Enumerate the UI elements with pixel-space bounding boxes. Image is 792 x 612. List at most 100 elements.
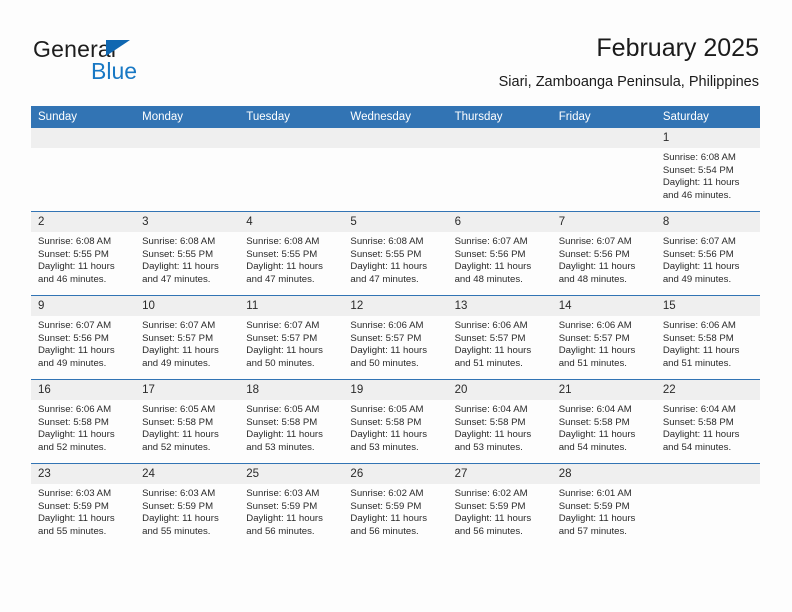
day-number	[447, 128, 552, 148]
daylight-duration-line2: and 55 minutes.	[142, 525, 211, 537]
day-number: 1	[655, 128, 760, 148]
calendar-day-cell[interactable]: 17 Sunrise: 6:05 AM Sunset: 5:58 PM Dayligh…	[135, 379, 240, 464]
day-number: 28	[551, 464, 656, 484]
calendar-day-cell[interactable]: 19 Sunrise: 6:05 AM Sunset: 5:58 PM Dayligh…	[343, 379, 448, 464]
calendar-day-cell[interactable]: 15 Sunrise: 6:06 AM Sunset: 5:58 PM Dayligh…	[655, 295, 760, 380]
sunset-time: Sunset: 5:58 PM	[350, 416, 422, 428]
day-number: 21	[551, 380, 656, 400]
general-blue-logo[interactable]: General Blue	[33, 36, 273, 86]
calendar-day-cell-empty	[239, 128, 344, 212]
calendar-day-cell[interactable]: 3 Sunrise: 6:08 AM Sunset: 5:55 PM Daylight…	[135, 211, 240, 296]
day-details: Sunrise: 6:05 AM Sunset: 5:58 PM Daylight:…	[239, 400, 343, 454]
calendar-day-cell[interactable]: 6 Sunrise: 6:07 AM Sunset: 5:56 PM Daylight…	[447, 211, 552, 296]
daylight-duration-line1: Daylight: 11 hours	[558, 345, 636, 357]
daylight-duration-line2: and 46 minutes.	[38, 273, 107, 285]
triangle-logo-icon	[106, 40, 130, 56]
sunrise-sunset-calendar-table: Sunday Monday Tuesday Wednesday Thursday…	[31, 106, 760, 547]
calendar-week-row: 9 Sunrise: 6:07 AM Sunset: 5:56 PM Daylight…	[31, 295, 760, 380]
day-number: 14	[551, 296, 656, 316]
calendar-day-cell[interactable]: 10 Sunrise: 6:07 AM Sunset: 5:57 PM Dayligh…	[135, 295, 240, 380]
sunset-time: Sunset: 5:59 PM	[558, 500, 630, 512]
daylight-duration-line2: and 54 minutes.	[558, 441, 627, 453]
day-details: Sunrise: 6:07 AM Sunset: 5:57 PM Daylight:…	[239, 316, 343, 370]
daylight-duration-line1: Daylight: 11 hours	[662, 177, 740, 189]
day-number: 8	[655, 212, 760, 232]
sunrise-time: Sunrise: 6:03 AM	[142, 488, 216, 499]
day-number: 16	[31, 380, 136, 400]
calendar-day-cell[interactable]: 11 Sunrise: 6:07 AM Sunset: 5:57 PM Dayligh…	[239, 295, 344, 380]
daylight-duration-line1: Daylight: 11 hours	[350, 513, 428, 525]
daylight-duration-line2: and 48 minutes.	[454, 273, 523, 285]
day-number: 18	[239, 380, 344, 400]
day-number: 12	[343, 296, 448, 316]
day-details: Sunrise: 6:07 AM Sunset: 5:56 PM Daylight:…	[31, 316, 135, 370]
daylight-duration-line1: Daylight: 11 hours	[142, 429, 219, 441]
calendar-day-cell[interactable]: 7 Sunrise: 6:07 AM Sunset: 5:56 PM Daylight…	[551, 211, 656, 296]
day-details: Sunrise: 6:03 AM Sunset: 5:59 PM Daylight:…	[135, 484, 239, 538]
sunset-time: Sunset: 5:58 PM	[246, 416, 318, 428]
day-details: Sunrise: 6:04 AM Sunset: 5:58 PM Daylight:…	[656, 400, 760, 454]
calendar-day-cell[interactable]: 24 Sunrise: 6:03 AM Sunset: 5:59 PM Dayligh…	[135, 463, 240, 547]
calendar-day-cell[interactable]: 1 Sunrise: 6:08 AM Sunset: 5:54 PM Daylight…	[655, 128, 760, 212]
calendar-day-cell[interactable]: 20 Sunrise: 6:04 AM Sunset: 5:58 PM Dayligh…	[447, 379, 552, 464]
day-details: Sunrise: 6:08 AM Sunset: 5:55 PM Daylight:…	[343, 232, 447, 286]
daylight-duration-line1: Daylight: 11 hours	[142, 345, 219, 357]
calendar-day-cell[interactable]: 26 Sunrise: 6:02 AM Sunset: 5:59 PM Dayligh…	[343, 463, 448, 547]
sunrise-time: Sunrise: 6:07 AM	[38, 320, 112, 331]
day-details: Sunrise: 6:07 AM Sunset: 5:56 PM Daylight:…	[552, 232, 656, 286]
sunrise-time: Sunrise: 6:07 AM	[246, 320, 320, 331]
calendar-day-cell[interactable]: 28 Sunrise: 6:01 AM Sunset: 5:59 PM Dayligh…	[551, 463, 656, 547]
daylight-duration-line1: Daylight: 11 hours	[454, 345, 532, 357]
day-number: 20	[447, 380, 552, 400]
sunrise-time: Sunrise: 6:06 AM	[558, 320, 632, 331]
day-details: Sunrise: 6:06 AM Sunset: 5:58 PM Daylight:…	[31, 400, 135, 454]
calendar-day-cell-empty	[447, 128, 552, 212]
sunset-time: Sunset: 5:56 PM	[558, 248, 630, 260]
day-details: Sunrise: 6:05 AM Sunset: 5:58 PM Daylight:…	[135, 400, 239, 454]
sunrise-time: Sunrise: 6:08 AM	[38, 236, 112, 247]
calendar-week-row: 1 Sunrise: 6:08 AM Sunset: 5:54 PM Daylight…	[31, 128, 760, 212]
calendar-day-cell[interactable]: 2 Sunrise: 6:08 AM Sunset: 5:55 PM Daylight…	[31, 211, 136, 296]
calendar-day-cell[interactable]: 22 Sunrise: 6:04 AM Sunset: 5:58 PM Dayligh…	[655, 379, 760, 464]
calendar-day-cell[interactable]: 16 Sunrise: 6:06 AM Sunset: 5:58 PM Dayligh…	[31, 379, 136, 464]
day-number	[655, 464, 760, 484]
sunrise-time: Sunrise: 6:02 AM	[454, 488, 528, 499]
calendar-day-cell[interactable]: 13 Sunrise: 6:06 AM Sunset: 5:57 PM Dayligh…	[447, 295, 552, 380]
calendar-day-cell[interactable]: 5 Sunrise: 6:08 AM Sunset: 5:55 PM Daylight…	[343, 211, 448, 296]
day-details: Sunrise: 6:08 AM Sunset: 5:55 PM Daylight:…	[239, 232, 343, 286]
sunset-time: Sunset: 5:55 PM	[246, 248, 318, 260]
daylight-duration-line1: Daylight: 11 hours	[662, 261, 740, 273]
calendar-day-cell-empty	[343, 128, 448, 212]
weekday-header-sunday: Sunday	[31, 106, 136, 128]
calendar-day-cell[interactable]: 14 Sunrise: 6:06 AM Sunset: 5:57 PM Dayligh…	[551, 295, 656, 380]
title-block: February 2025 Siari, Zamboanga Peninsula…	[499, 33, 759, 91]
daylight-duration-line1: Daylight: 11 hours	[38, 261, 115, 273]
daylight-duration-line2: and 53 minutes.	[246, 441, 315, 453]
sunrise-time: Sunrise: 6:08 AM	[350, 236, 424, 247]
calendar-day-cell[interactable]: 4 Sunrise: 6:08 AM Sunset: 5:55 PM Daylight…	[239, 211, 344, 296]
day-number: 26	[343, 464, 448, 484]
day-details: Sunrise: 6:06 AM Sunset: 5:58 PM Daylight:…	[656, 316, 760, 370]
day-number: 3	[135, 212, 240, 232]
calendar-day-cell[interactable]: 23 Sunrise: 6:03 AM Sunset: 5:59 PM Dayligh…	[31, 463, 136, 547]
day-number	[31, 128, 136, 148]
calendar-day-cell-empty	[551, 128, 656, 212]
sunset-time: Sunset: 5:55 PM	[350, 248, 422, 260]
calendar-day-cell[interactable]: 12 Sunrise: 6:06 AM Sunset: 5:57 PM Dayligh…	[343, 295, 448, 380]
daylight-duration-line1: Daylight: 11 hours	[558, 429, 636, 441]
sunrise-time: Sunrise: 6:06 AM	[38, 404, 112, 415]
calendar-day-cell[interactable]: 8 Sunrise: 6:07 AM Sunset: 5:56 PM Daylight…	[655, 211, 760, 296]
day-details: Sunrise: 6:03 AM Sunset: 5:59 PM Daylight:…	[239, 484, 343, 538]
calendar-day-cell[interactable]: 9 Sunrise: 6:07 AM Sunset: 5:56 PM Daylight…	[31, 295, 136, 380]
calendar-day-cell[interactable]: 27 Sunrise: 6:02 AM Sunset: 5:59 PM Dayligh…	[447, 463, 552, 547]
calendar-day-cell[interactable]: 21 Sunrise: 6:04 AM Sunset: 5:58 PM Dayligh…	[551, 379, 656, 464]
weekday-header-friday: Friday	[551, 106, 656, 128]
calendar-day-cell[interactable]: 25 Sunrise: 6:03 AM Sunset: 5:59 PM Dayligh…	[239, 463, 344, 547]
daylight-duration-line1: Daylight: 11 hours	[454, 429, 532, 441]
day-details: Sunrise: 6:04 AM Sunset: 5:58 PM Daylight:…	[552, 400, 656, 454]
day-number	[239, 128, 344, 148]
calendar-day-cell[interactable]: 18 Sunrise: 6:05 AM Sunset: 5:58 PM Dayligh…	[239, 379, 344, 464]
daylight-duration-line2: and 49 minutes.	[142, 357, 211, 369]
daylight-duration-line2: and 49 minutes.	[662, 273, 732, 285]
daylight-duration-line1: Daylight: 11 hours	[246, 429, 323, 441]
